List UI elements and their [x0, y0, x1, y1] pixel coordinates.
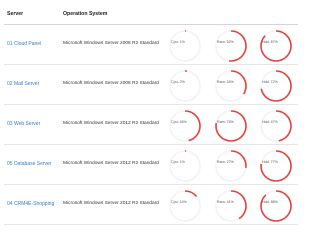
- cpu-usage-label: Cpu: 46%: [171, 120, 187, 124]
- table-row: 05 Database Server Microsoft Windows Serv…: [0, 145, 300, 185]
- cpu-gauge: [168, 69, 202, 103]
- cpu-gauge-track: [169, 150, 201, 182]
- hdd-usage-label: Hdd: 47%: [262, 120, 278, 124]
- cpu-usage-label: Cpu: 2%: [171, 80, 185, 84]
- cpu-gauge: [168, 109, 202, 143]
- server-link[interactable]: 02 Mail Server: [7, 81, 39, 87]
- table-header: Server Operation System: [0, 0, 300, 26]
- ram-gauge: [214, 29, 248, 63]
- cpu-gauge-track: [169, 70, 201, 102]
- row-divider: [4, 224, 298, 225]
- hdd-gauge-svg: [260, 190, 292, 222]
- hdd-gauge-svg: [260, 30, 292, 62]
- cpu-gauge-svg: [169, 190, 201, 222]
- hdd-gauge-svg: [260, 150, 292, 182]
- hdd-gauge: [259, 29, 293, 63]
- table-row: 02 Mail Server Microsoft Windows Server 2…: [0, 65, 300, 105]
- cpu-usage-label: Cpu: 14%: [171, 200, 187, 204]
- ram-usage-label: Ram: 41%: [217, 200, 234, 204]
- ram-gauge-svg: [215, 70, 247, 102]
- column-header-os: Operation System: [63, 11, 108, 17]
- server-link[interactable]: 04 CRM4E-Shopping: [7, 201, 54, 207]
- ram-gauge: [214, 189, 248, 223]
- ram-gauge: [214, 69, 248, 103]
- ram-gauge-svg: [215, 150, 247, 182]
- os-name: Microsoft Windows Server 2008 R2 Standar…: [63, 81, 159, 86]
- hdd-gauge-arc: [260, 190, 292, 222]
- table-row: 04 CRM4E-Shopping Microsoft Windows Serve…: [0, 185, 300, 225]
- ram-usage-label: Ram: 78%: [217, 120, 234, 124]
- server-link[interactable]: 01 Cloud Panel: [7, 41, 41, 47]
- cpu-gauge-svg: [169, 30, 201, 62]
- hdd-gauge: [259, 109, 293, 143]
- cpu-gauge: [168, 29, 202, 63]
- hdd-usage-label: Hdd: 72%: [262, 80, 278, 84]
- cpu-usage-label: Cpu: 1%: [171, 40, 185, 44]
- hdd-usage-label: Hdd: 77%: [262, 160, 278, 164]
- hdd-gauge: [259, 189, 293, 223]
- ram-usage-label: Ram: 27%: [217, 160, 234, 164]
- hdd-usage-label: Hdd: 88%: [262, 200, 278, 204]
- ram-usage-label: Ram: 52%: [217, 40, 234, 44]
- table-row: 01 Cloud Panel Microsoft Windows Server 2…: [0, 25, 300, 65]
- hdd-gauge-svg: [260, 110, 292, 142]
- hdd-usage-label: Hdd: 87%: [262, 40, 278, 44]
- hdd-gauge-arc: [260, 30, 292, 62]
- cpu-gauge: [168, 189, 202, 223]
- cpu-gauge-svg: [169, 110, 201, 142]
- os-name: Microsoft Windows Server 2012 R2 Standar…: [63, 121, 159, 126]
- hdd-gauge: [259, 69, 293, 103]
- cpu-usage-label: Cpu: 1%: [171, 160, 185, 164]
- ram-gauge-svg: [215, 30, 247, 62]
- hdd-gauge: [259, 149, 293, 183]
- column-header-server: Server: [7, 11, 24, 17]
- server-link[interactable]: 03 Web Server: [7, 121, 40, 127]
- server-link[interactable]: 05 Database Server: [7, 161, 51, 167]
- ram-usage-label: Ram: 34%: [217, 80, 234, 84]
- cpu-gauge: [168, 149, 202, 183]
- cpu-gauge-track: [169, 30, 201, 62]
- os-name: Microsoft Windows Server 2012 R2 Standar…: [63, 161, 159, 166]
- os-name: Microsoft Windows Server 2012 R2 Standar…: [63, 201, 159, 206]
- cpu-gauge-svg: [169, 150, 201, 182]
- os-name: Microsoft Windows Server 2008 R2 Standar…: [63, 41, 159, 46]
- ram-gauge: [214, 149, 248, 183]
- table-row: 03 Web Server Microsoft Windows Server 20…: [0, 105, 300, 145]
- ram-gauge-svg: [215, 190, 247, 222]
- cpu-gauge-svg: [169, 70, 201, 102]
- hdd-gauge-svg: [260, 70, 292, 102]
- ram-gauge: [214, 109, 248, 143]
- ram-gauge-svg: [215, 110, 247, 142]
